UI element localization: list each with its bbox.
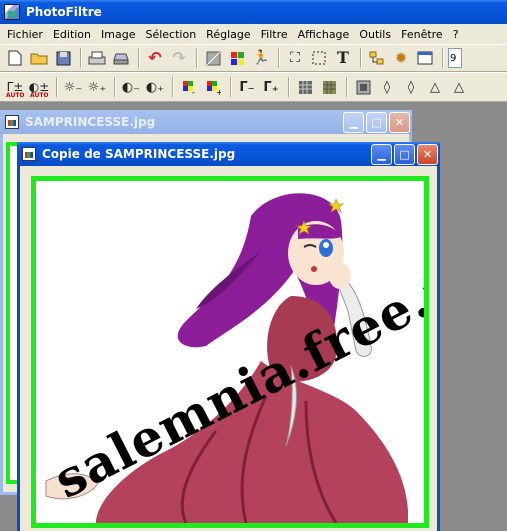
auto-levels-icon[interactable]: Γ± AUTO	[4, 76, 26, 99]
menu-image[interactable]: Image	[96, 28, 140, 41]
toolbar-separator	[172, 77, 174, 97]
undo-icon[interactable]: ↶	[144, 47, 166, 69]
drop-icon[interactable]: ◊	[376, 76, 398, 98]
menu-reglage[interactable]: Réglage	[201, 28, 255, 41]
text-icon[interactable]: T	[332, 47, 354, 69]
explorer-icon[interactable]	[366, 47, 388, 69]
grid-icon[interactable]	[318, 76, 340, 98]
dither-icon[interactable]	[294, 76, 316, 98]
document-title-bar[interactable]: Copie de SAMPRINCESSE.jpg ▁ □ ✕	[17, 142, 440, 166]
toolbar-separator	[278, 48, 280, 68]
document-title-bar[interactable]: SAMPRINCESSE.jpg ▁ □ ✕	[0, 110, 412, 134]
sharpen-icon[interactable]: ◊	[400, 76, 422, 98]
contrast-down-icon[interactable]: ◐₋	[120, 76, 142, 98]
new-icon[interactable]	[4, 47, 26, 69]
toolbar-separator	[138, 48, 140, 68]
auto-badge-label: AUTO	[30, 92, 49, 99]
menu-bar: Fichier Edition Image Sélection Réglage …	[0, 24, 507, 44]
toolbar-separator	[114, 77, 116, 97]
toolbar-separator	[80, 48, 82, 68]
close-button[interactable]: ✕	[389, 111, 410, 133]
toolbar-separator	[346, 77, 348, 97]
menu-filtre[interactable]: Filtre	[256, 28, 293, 41]
toolbar-separator	[230, 77, 232, 97]
image-canvas[interactable]: salemnia.free.fr	[36, 181, 424, 523]
app-title-bar[interactable]: PhotoFiltre	[0, 0, 507, 24]
image-canvas-frame: salemnia.free.fr	[31, 176, 429, 528]
toolbar-separator	[56, 77, 58, 97]
maximize-button[interactable]: □	[394, 143, 415, 165]
brightness-down-icon[interactable]: ☼₋	[62, 76, 84, 98]
workspace: SAMPRINCESSE.jpg ▁ □ ✕ Copie de SAMPRINC…	[0, 102, 507, 531]
redo-icon[interactable]: ↷	[168, 47, 190, 69]
zoom-input[interactable]: 9	[448, 48, 462, 68]
gamma-up-icon[interactable]: Γ₊	[260, 76, 282, 98]
auto-badge-label: AUTO	[6, 92, 25, 99]
brightness-up-icon[interactable]: ☼₊	[86, 76, 108, 98]
app-title: PhotoFiltre	[26, 5, 102, 19]
menu-help[interactable]: ?	[448, 28, 464, 41]
maximize-button[interactable]: □	[366, 111, 387, 133]
menu-fichier[interactable]: Fichier	[2, 28, 48, 41]
toolbar-separator	[288, 77, 290, 97]
toolbar-separator	[442, 48, 444, 68]
minimize-button[interactable]: ▁	[371, 143, 392, 165]
print-icon[interactable]	[86, 47, 108, 69]
select-icon[interactable]	[308, 47, 330, 69]
scan-icon[interactable]	[110, 47, 132, 69]
document-title: SAMPRINCESSE.jpg	[25, 115, 156, 129]
blur-icon[interactable]	[352, 76, 374, 98]
main-toolbar: ↶ ↷ 🏃 ⛶ T ✹ 9	[0, 44, 507, 72]
color-grid-icon[interactable]	[226, 47, 248, 69]
toolbar-separator	[196, 48, 198, 68]
document-window-copy[interactable]: Copie de SAMPRINCESSE.jpg ▁ □ ✕ salemnia…	[17, 142, 440, 531]
automate-icon[interactable]: ⛶	[284, 47, 306, 69]
menu-edition[interactable]: Edition	[48, 28, 96, 41]
window-buttons: ▁ □ ✕	[343, 111, 410, 133]
svg-text:+: +	[216, 88, 221, 95]
document-icon	[5, 115, 19, 129]
gamma-down-icon[interactable]: Γ₋	[236, 76, 258, 98]
plugin-icon[interactable]: ✹	[390, 47, 412, 69]
adjust-toolbar: Γ± AUTO ◐± AUTO ☼₋ ☼₊ ◐₋ ◐₊ - + Γ₋ Γ₊ ◊ ◊ …	[0, 72, 507, 102]
menu-fenetre[interactable]: Fenêtre	[396, 28, 448, 41]
minimize-button[interactable]: ▁	[343, 111, 364, 133]
transparency-icon[interactable]	[202, 47, 224, 69]
save-icon[interactable]	[52, 47, 74, 69]
triangle-icon[interactable]: △	[424, 76, 446, 98]
document-title: Copie de SAMPRINCESSE.jpg	[42, 147, 236, 161]
window-buttons: ▁ □ ✕	[371, 143, 438, 165]
menu-affichage[interactable]: Affichage	[293, 28, 355, 41]
svg-text:-: -	[192, 88, 195, 95]
open-icon[interactable]	[28, 47, 50, 69]
menu-outils[interactable]: Outils	[354, 28, 396, 41]
saturation-up-icon[interactable]: +	[202, 76, 224, 98]
close-button[interactable]: ✕	[417, 143, 438, 165]
saturation-down-icon[interactable]: -	[178, 76, 200, 98]
toolbar-separator	[360, 48, 362, 68]
window-icon[interactable]	[414, 47, 436, 69]
triangle-outline-icon[interactable]: △	[448, 76, 470, 98]
photofiltre-app-icon	[4, 4, 20, 20]
auto-contrast-icon[interactable]: ◐± AUTO	[28, 76, 50, 99]
contrast-up-icon[interactable]: ◐₊	[144, 76, 166, 98]
run-icon[interactable]: 🏃	[250, 47, 272, 69]
menu-selection[interactable]: Sélection	[140, 28, 201, 41]
document-icon	[22, 147, 36, 161]
